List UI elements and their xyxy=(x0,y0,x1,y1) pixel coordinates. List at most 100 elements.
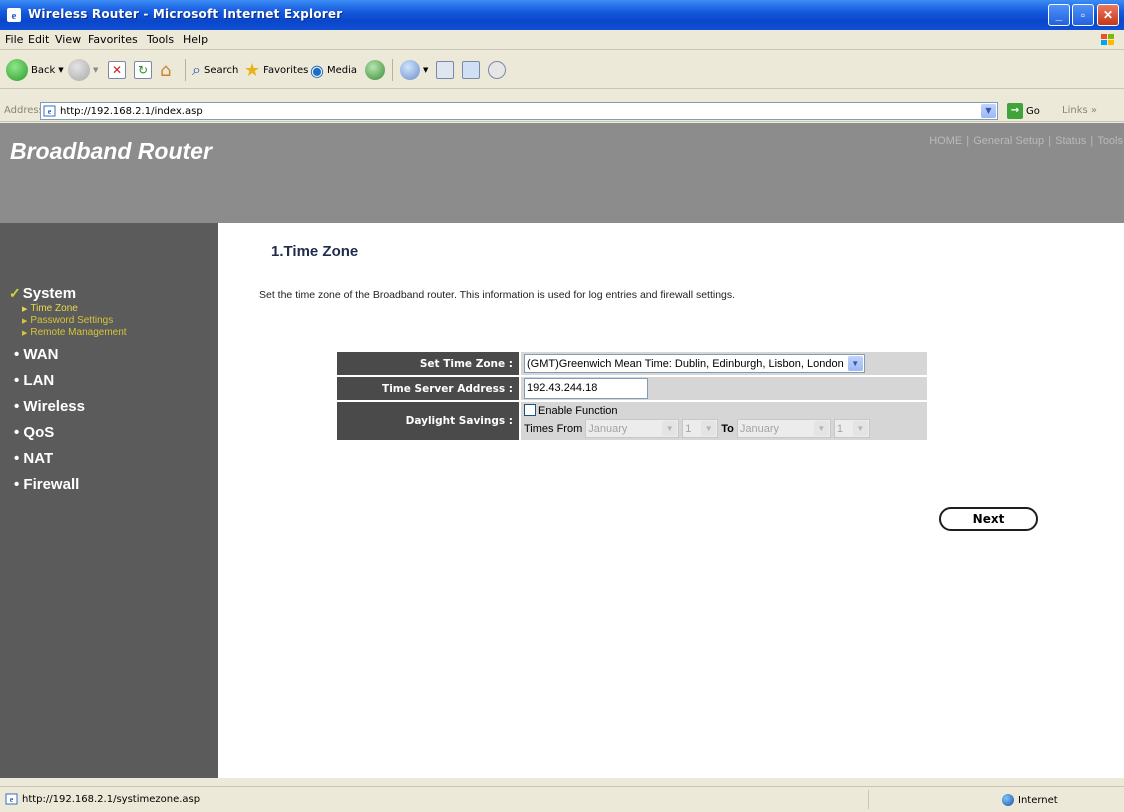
daylight-savings-label: Daylight Savings : xyxy=(337,402,519,440)
sidebar-item-label: LAN xyxy=(23,372,55,389)
to-month-value: January xyxy=(739,422,780,435)
time-server-cell: 192.43.244.18 xyxy=(521,377,927,400)
router-header: Broadband Router HOME | General Setup | … xyxy=(0,123,1124,223)
back-arrow-icon xyxy=(6,59,28,81)
sidebar-item-wan[interactable]: • WAN xyxy=(14,344,127,370)
back-label: Back xyxy=(31,64,56,76)
next-button[interactable]: Next xyxy=(939,507,1038,531)
sidebar-sub-time-zone[interactable]: ▶ Time Zone xyxy=(22,303,127,315)
menu-edit[interactable]: Edit xyxy=(28,33,49,46)
address-url: http://192.168.2.1/index.asp xyxy=(60,106,203,117)
refresh-button[interactable]: ↻ xyxy=(134,57,152,83)
back-button[interactable]: Back ▼ xyxy=(6,57,64,83)
close-button[interactable]: ✕ xyxy=(1097,4,1119,26)
zone-label: Internet xyxy=(1018,794,1058,806)
page-icon: e xyxy=(43,105,56,117)
enable-function-row: Enable Function xyxy=(524,404,927,417)
menu-tools[interactable]: Tools xyxy=(147,33,174,46)
enable-function-checkbox[interactable] xyxy=(524,404,536,416)
from-month-select[interactable]: January ▼ xyxy=(585,419,680,438)
chevron-down-icon: ▼ xyxy=(662,421,678,436)
from-day-select[interactable]: 1 ▼ xyxy=(682,419,719,438)
chevron-down-icon: ▼ xyxy=(423,66,429,74)
menu-help[interactable]: Help xyxy=(183,33,208,46)
history-button[interactable] xyxy=(365,57,385,83)
links-button[interactable]: Links » xyxy=(1062,105,1097,116)
svg-text:e: e xyxy=(48,107,52,116)
go-button[interactable]: → Go xyxy=(1007,103,1040,119)
forward-button[interactable]: ▼ xyxy=(68,57,98,83)
daylight-range-row: Times From January ▼ 1 ▼ To January ▼ 1 ▼ xyxy=(524,419,927,438)
to-month-select[interactable]: January ▼ xyxy=(736,419,831,438)
media-label: Media xyxy=(326,64,358,76)
sidebar-item-qos[interactable]: • QoS xyxy=(14,422,127,448)
page-title: 1.Time Zone xyxy=(271,243,359,260)
page-icon: e xyxy=(5,793,18,805)
go-arrow-icon: → xyxy=(1007,103,1023,119)
sidebar-item-label: NAT xyxy=(23,450,54,467)
chevron-down-icon[interactable]: ▼ xyxy=(981,104,996,118)
brand-title: Broadband Router xyxy=(10,138,212,164)
media-icon: ◉ xyxy=(310,60,324,80)
security-zone: Internet xyxy=(1002,794,1058,806)
address-input[interactable]: e http://192.168.2.1/index.asp ▼ xyxy=(40,102,998,120)
sidebar-nav: ✓ System ▶ Time Zone ▶ Password Settings ▶ R… xyxy=(9,282,127,500)
sidebar-item-label: System xyxy=(22,285,77,302)
favorites-button[interactable]: ★ Favorites xyxy=(244,57,308,83)
menu-file[interactable]: File xyxy=(5,33,23,46)
nav-home[interactable]: HOME xyxy=(928,135,963,147)
sidebar-sub-password-settings[interactable]: ▶ Password Settings xyxy=(22,315,127,327)
favorites-label: Favorites xyxy=(263,64,309,76)
messenger-icon xyxy=(488,61,506,79)
nav-status[interactable]: Status xyxy=(1054,135,1087,147)
sidebar: ✓ System ▶ Time Zone ▶ Password Settings ▶ R… xyxy=(0,223,218,778)
sidebar-item-nat[interactable]: • NAT xyxy=(14,448,127,474)
refresh-icon: ↻ xyxy=(134,61,152,79)
edit-button[interactable] xyxy=(462,57,480,83)
forward-arrow-icon xyxy=(68,59,90,81)
globe-icon xyxy=(1002,794,1014,806)
chevron-down-icon: ▼ xyxy=(847,356,863,371)
stop-button[interactable]: ✕ xyxy=(108,57,126,83)
nav-tools[interactable]: Tools xyxy=(1096,135,1124,147)
mail-button[interactable]: ▼ xyxy=(400,57,428,83)
times-from-label: Times From xyxy=(524,422,583,435)
maximize-button[interactable]: ▫ xyxy=(1072,4,1094,26)
window-title: Wireless Router - Microsoft Internet Exp… xyxy=(28,7,343,21)
status-panes xyxy=(868,790,998,809)
sidebar-item-firewall[interactable]: • Firewall xyxy=(14,474,127,500)
to-day-select[interactable]: 1 ▼ xyxy=(833,419,870,438)
chevron-down-icon: ▼ xyxy=(701,421,717,436)
media-button[interactable]: ◉ Media xyxy=(310,57,357,83)
messenger-button[interactable] xyxy=(488,57,506,83)
to-day-value: 1 xyxy=(836,422,844,435)
time-zone-select[interactable]: (GMT)Greenwich Mean Time: Dublin, Edinbu… xyxy=(524,354,865,373)
sidebar-sub-label: Time Zone xyxy=(30,303,78,314)
search-button[interactable]: ⌕ Search xyxy=(192,57,238,83)
menu-view[interactable]: View xyxy=(55,33,81,46)
search-icon: ⌕ xyxy=(192,60,201,79)
nav-general-setup[interactable]: General Setup xyxy=(972,135,1045,147)
sidebar-item-wireless[interactable]: • Wireless xyxy=(14,396,127,422)
chevron-down-icon: ▼ xyxy=(813,421,829,436)
sidebar-sub-remote-management[interactable]: ▶ Remote Management xyxy=(22,327,127,339)
main-content: 1.Time Zone Set the time zone of the Bro… xyxy=(257,223,1117,778)
minimize-button[interactable]: _ xyxy=(1048,4,1070,26)
history-icon xyxy=(365,60,385,80)
time-zone-value: (GMT)Greenwich Mean Time: Dublin, Edinbu… xyxy=(527,357,844,370)
menu-favorites[interactable]: Favorites xyxy=(88,33,138,46)
title-bar: e Wireless Router - Microsoft Internet E… xyxy=(0,0,1124,30)
set-time-zone-label: Set Time Zone : xyxy=(337,352,519,375)
from-month-value: January xyxy=(588,422,628,435)
sidebar-item-label: QoS xyxy=(23,424,55,441)
home-icon: ⌂ xyxy=(160,59,172,81)
star-icon: ★ xyxy=(244,59,261,81)
edit-icon xyxy=(462,61,480,79)
time-server-input[interactable]: 192.43.244.18 xyxy=(524,378,648,399)
home-button[interactable]: ⌂ xyxy=(160,57,171,83)
ie-icon: e xyxy=(7,8,21,22)
top-nav: HOME | General Setup | Status | Tools xyxy=(928,135,1124,147)
svg-text:e: e xyxy=(12,10,17,22)
sidebar-item-lan[interactable]: • LAN xyxy=(14,370,127,396)
print-button[interactable] xyxy=(436,57,454,83)
